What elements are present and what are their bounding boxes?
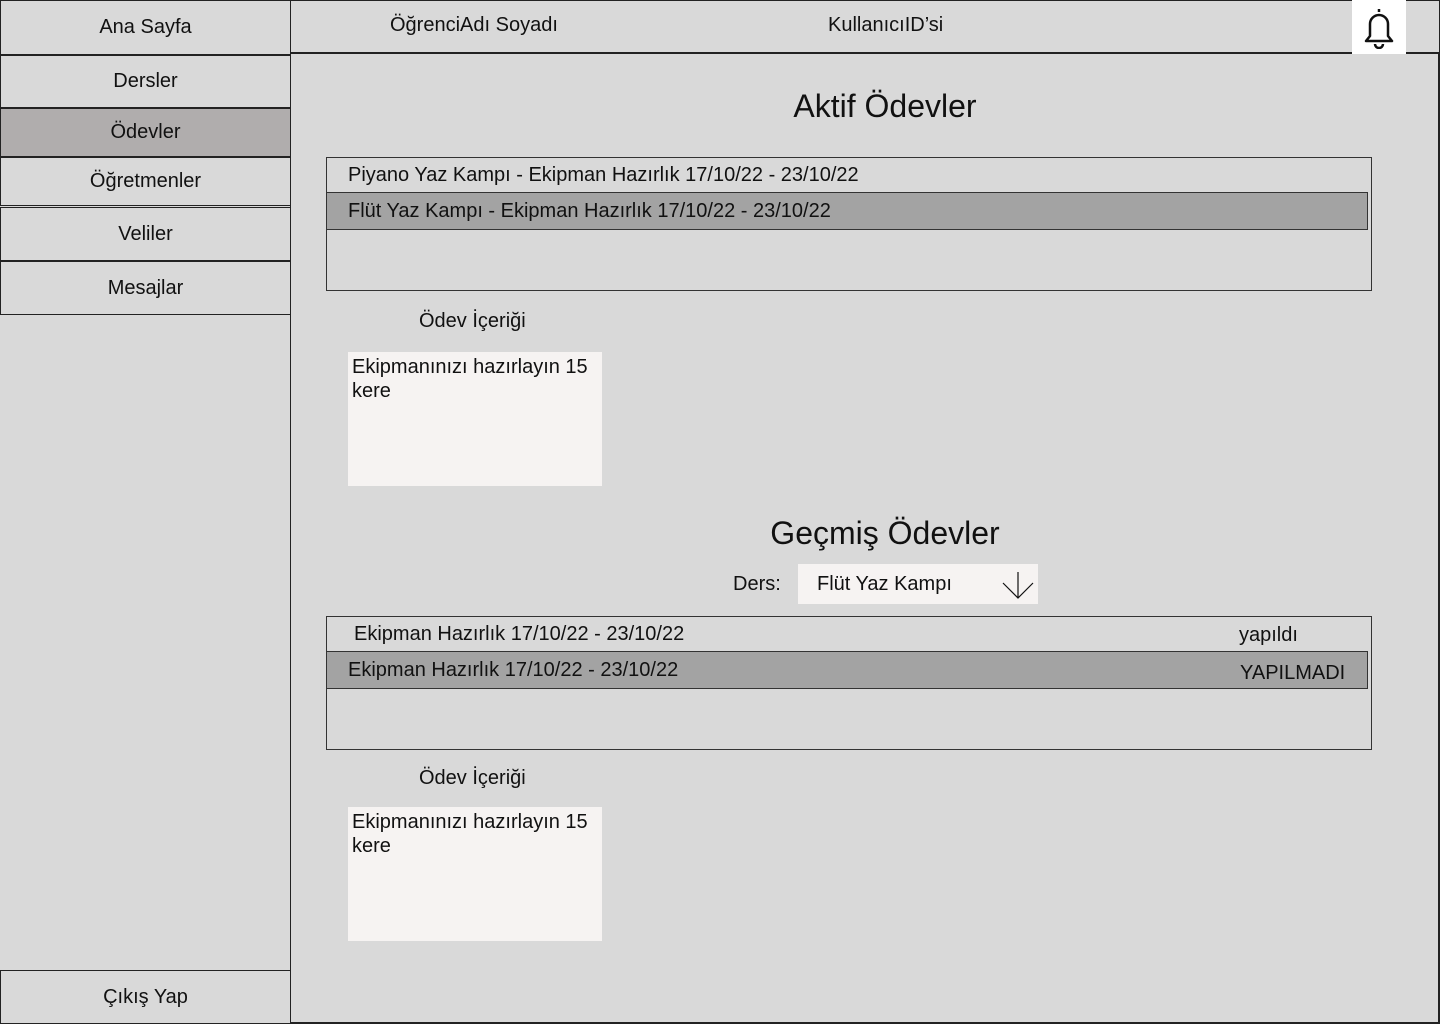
logout-label: Çıkış Yap [103, 985, 188, 1008]
user-id: KullanıcıID’si [828, 14, 944, 36]
list-item-label: Flüt Yaz Kampı - Ekipman Hazırlık 17/10/… [348, 199, 831, 222]
student-name: ÖğrenciAdı Soyadı [390, 14, 558, 36]
sidebar-item-label: Öğretmenler [89, 170, 202, 192]
home-button[interactable]: Ana Sayfa [0, 0, 291, 55]
sidebar-item-label: Ödevler [110, 121, 181, 143]
course-select-value: Flüt Yaz Kampı [817, 572, 952, 595]
sidebar-item-label: Dersler [113, 70, 178, 92]
sidebar-item-ogretmenler[interactable]: Öğretmenler [0, 157, 291, 206]
notification-button[interactable] [1352, 0, 1406, 54]
content-label: Ödev İçeriği [419, 310, 526, 332]
sidebar-item-label: Veliler [118, 222, 173, 245]
arrow-down-icon [1002, 572, 1034, 599]
content-label: Ödev İçeriği [419, 767, 526, 789]
course-select[interactable]: Flüt Yaz Kampı [798, 564, 1038, 604]
sidebar-item-odevler[interactable]: Ödevler [0, 108, 291, 157]
logout-button[interactable]: Çıkış Yap [0, 970, 291, 1024]
assignment-content: Ekipmanınızı hazırlayın 15 kere [348, 352, 602, 486]
home-label: Ana Sayfa [99, 16, 192, 38]
active-assignments-title: Aktif Ödevler [793, 88, 977, 124]
sidebar-item-veliler[interactable]: Veliler [0, 207, 291, 261]
list-item[interactable]: Piyano Yaz Kampı - Ekipman Hazırlık 17/1… [327, 158, 1371, 192]
list-item-label: Ekipman Hazırlık 17/10/22 - 23/10/22 [354, 622, 685, 645]
sidebar-item-dersler[interactable]: Dersler [0, 55, 291, 108]
list-item[interactable]: Ekipman Hazırlık 17/10/22 - 23/10/22 yap… [327, 617, 1371, 651]
sidebar-item-label: Mesajlar [107, 276, 184, 299]
status-badge: yapıldı [1239, 624, 1298, 646]
list-item-label: Ekipman Hazırlık 17/10/22 - 23/10/22 [348, 658, 679, 681]
past-assignments-title: Geçmiş Ödevler [770, 515, 1000, 551]
course-label: Ders: [733, 573, 781, 595]
list-item-label: Piyano Yaz Kampı - Ekipman Hazırlık 17/1… [348, 163, 859, 186]
status-badge: YAPILMADI [1240, 662, 1346, 684]
list-item[interactable]: Flüt Yaz Kampı - Ekipman Hazırlık 17/10/… [326, 192, 1368, 230]
sidebar-item-mesajlar[interactable]: Mesajlar [0, 261, 291, 315]
assignment-content: Ekipmanınızı hazırlayın 15 kere [348, 807, 602, 941]
bell-icon [1364, 9, 1394, 49]
list-item[interactable]: Ekipman Hazırlık 17/10/22 - 23/10/22 YAP… [326, 651, 1368, 689]
